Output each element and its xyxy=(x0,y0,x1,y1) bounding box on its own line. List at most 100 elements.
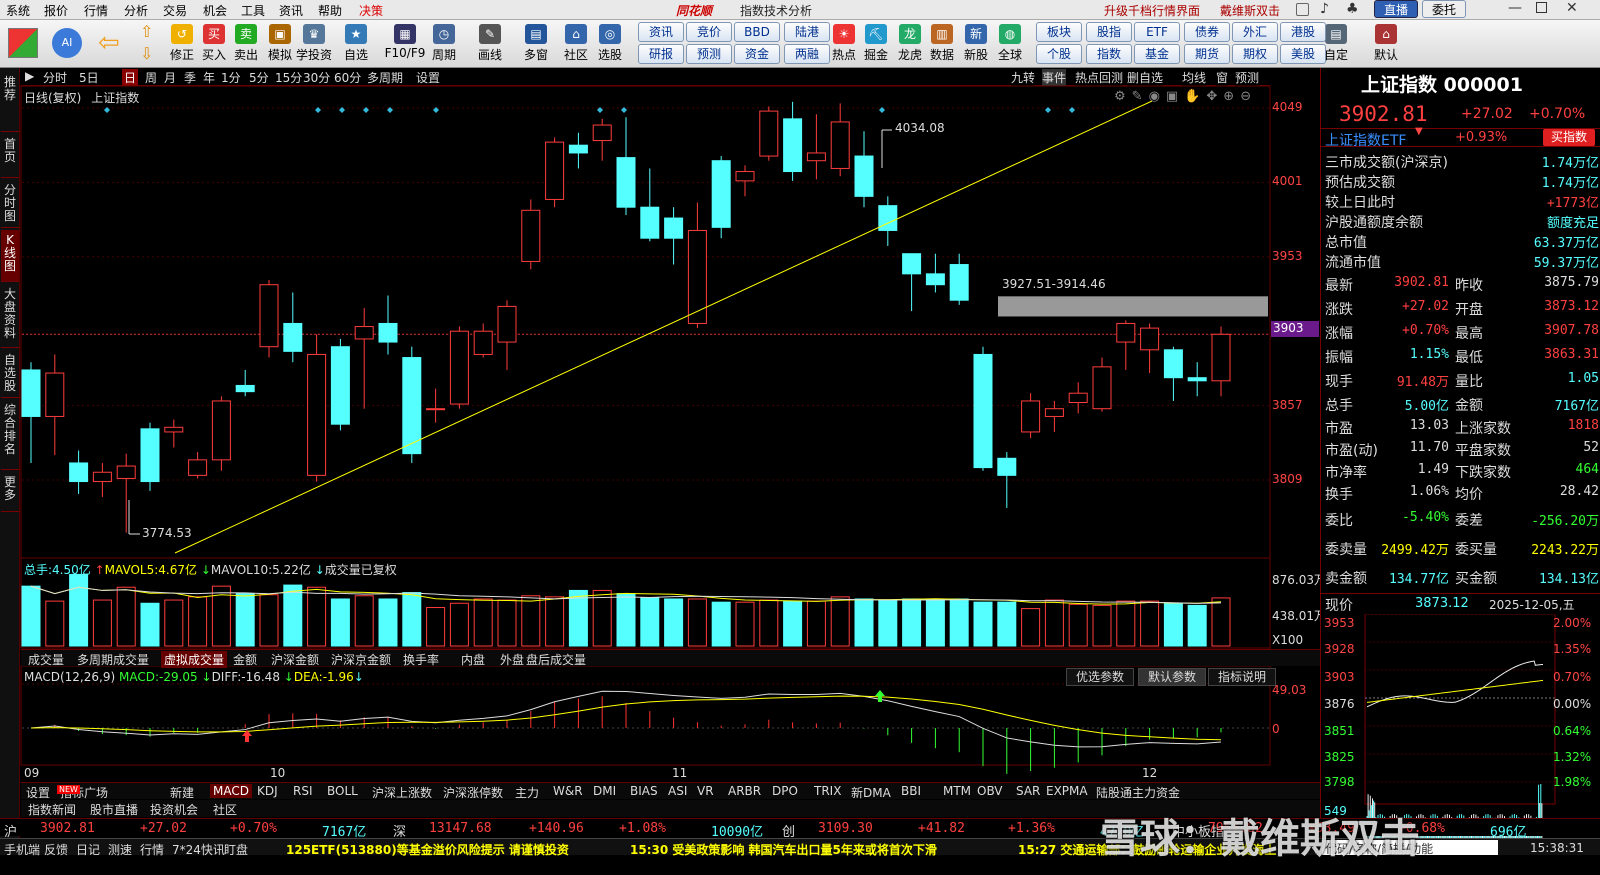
live-button[interactable]: 直播 xyxy=(1374,0,1418,18)
indicator-tab-10[interactable]: W&R xyxy=(553,784,583,798)
candle[interactable] xyxy=(973,346,993,471)
candle[interactable] xyxy=(592,118,612,161)
volume-bar[interactable] xyxy=(521,595,541,647)
indicator-tab-5[interactable]: RSI xyxy=(293,784,313,798)
indicator-tab-9[interactable]: 主力 xyxy=(515,784,539,801)
candle[interactable] xyxy=(759,106,779,161)
indicator-tab-6[interactable]: BOLL xyxy=(327,784,358,798)
volume-bar[interactable] xyxy=(69,573,89,647)
volume-bar[interactable] xyxy=(330,598,350,647)
status-tab-5[interactable]: 7*24快讯 xyxy=(172,841,225,858)
indicator-tab2-3[interactable]: 社区 xyxy=(213,801,237,818)
candle[interactable] xyxy=(687,202,707,329)
candle[interactable] xyxy=(307,334,327,482)
candle[interactable] xyxy=(402,346,422,463)
candle[interactable] xyxy=(164,419,184,448)
candle[interactable] xyxy=(878,196,898,246)
candle[interactable] xyxy=(854,131,874,208)
candle[interactable] xyxy=(45,354,65,456)
macd-param-button-2[interactable]: 指标说明 xyxy=(1208,668,1276,686)
volume-bar[interactable] xyxy=(687,598,707,647)
volume-bar[interactable] xyxy=(1021,608,1041,647)
candle[interactable] xyxy=(116,453,136,533)
candle[interactable] xyxy=(92,462,112,498)
candle[interactable] xyxy=(568,132,588,169)
close-icon[interactable]: ✕ xyxy=(1566,0,1578,16)
candle[interactable] xyxy=(140,422,160,491)
volume-bar[interactable] xyxy=(1163,602,1183,647)
indicator-tab-11[interactable]: DMI xyxy=(593,784,616,798)
volume-bar[interactable] xyxy=(902,598,922,647)
status-tab-2[interactable]: 日记 xyxy=(76,841,100,858)
status-tab-1[interactable]: 反馈 xyxy=(44,841,68,858)
candle[interactable] xyxy=(211,396,231,471)
volume-bar[interactable] xyxy=(1187,604,1207,647)
vol-tab-1[interactable]: 多周期成交量 xyxy=(77,651,149,668)
volume-bar[interactable] xyxy=(354,595,374,647)
volume-bar[interactable] xyxy=(735,601,755,647)
volume-bar[interactable] xyxy=(21,585,41,647)
settings-icon[interactable]: ⚙ xyxy=(1114,89,1132,104)
candle[interactable] xyxy=(902,253,922,312)
volume-bar[interactable] xyxy=(878,599,898,647)
news-ticker-2[interactable]: 15:30 受美政策影响 韩国汽车出口量5年来或将首次下滑 xyxy=(630,841,937,858)
candle[interactable] xyxy=(426,388,446,423)
volume-bar[interactable] xyxy=(164,599,184,647)
chart-tools[interactable]: ⚙✎◉▣✋✥⊕⊖ xyxy=(1114,89,1257,104)
volume-bar[interactable] xyxy=(259,594,279,647)
volume-bar[interactable] xyxy=(1211,597,1231,647)
status-tab-4[interactable]: 行情 xyxy=(140,841,164,858)
indicator-tab2-1[interactable]: 股市直播 xyxy=(90,801,138,818)
candle[interactable] xyxy=(640,168,660,242)
volume-bar[interactable] xyxy=(283,584,303,647)
macd-param-button-1[interactable]: 默认参数 xyxy=(1138,668,1206,686)
candle[interactable] xyxy=(473,323,493,358)
vol-tab-5[interactable]: 沪深京金额 xyxy=(331,651,391,668)
candle[interactable] xyxy=(378,295,398,355)
candle[interactable] xyxy=(925,253,945,293)
indicator-tab-4[interactable]: KDJ xyxy=(257,784,278,798)
minimize-icon[interactable]: — xyxy=(1508,0,1522,16)
eye-icon[interactable]: ◉ xyxy=(1149,89,1166,104)
volume-bar[interactable] xyxy=(925,598,945,647)
volume-bar[interactable] xyxy=(307,586,327,647)
volume-bar[interactable] xyxy=(1116,600,1136,647)
volume-bar[interactable] xyxy=(783,600,803,647)
volume-bar[interactable] xyxy=(997,601,1017,647)
candle[interactable] xyxy=(235,369,255,397)
zoom-in-icon[interactable]: ⊕ xyxy=(1223,89,1240,104)
volume-bar[interactable] xyxy=(92,599,112,647)
candle[interactable] xyxy=(1211,326,1231,397)
candle[interactable] xyxy=(1021,393,1041,439)
toolbar-default-button[interactable]: ⌂ 默认 xyxy=(1368,22,1404,66)
volume-bar[interactable] xyxy=(592,589,612,647)
volume-bar[interactable] xyxy=(830,596,850,647)
kline-chart[interactable] xyxy=(0,0,1320,815)
indicator-tab-15[interactable]: ARBR xyxy=(728,784,761,798)
volume-bar[interactable] xyxy=(854,598,874,647)
vol-tab-3[interactable]: 金额 xyxy=(233,651,257,668)
candle[interactable] xyxy=(188,452,208,479)
vol-tab-2[interactable]: 虚拟成交量 xyxy=(161,651,228,668)
candle[interactable] xyxy=(259,280,279,358)
volume-bar[interactable] xyxy=(473,598,493,647)
volume-bar[interactable] xyxy=(949,598,969,647)
candle[interactable] xyxy=(449,326,469,409)
vol-tab-7[interactable]: 内盘 xyxy=(461,651,485,668)
indicator-tab-18[interactable]: 新DMA xyxy=(851,784,891,801)
volume-bar[interactable] xyxy=(806,600,826,647)
move-icon[interactable]: ✥ xyxy=(1206,89,1223,104)
volume-bar[interactable] xyxy=(235,593,255,647)
order-button[interactable]: 委托 xyxy=(1422,0,1466,18)
zoom-out-icon[interactable]: ⊖ xyxy=(1240,89,1257,104)
candle[interactable] xyxy=(735,165,755,197)
volume-bar[interactable] xyxy=(545,596,565,647)
volume-bar[interactable] xyxy=(426,607,446,647)
candle[interactable] xyxy=(497,300,517,370)
candle[interactable] xyxy=(616,117,636,215)
candle[interactable] xyxy=(1068,382,1088,414)
indicator-tab-17[interactable]: TRIX xyxy=(814,784,841,798)
etf-link[interactable]: 上证指数ETF xyxy=(1325,130,1406,150)
volume-bar[interactable] xyxy=(640,597,660,647)
candle[interactable] xyxy=(69,450,89,494)
